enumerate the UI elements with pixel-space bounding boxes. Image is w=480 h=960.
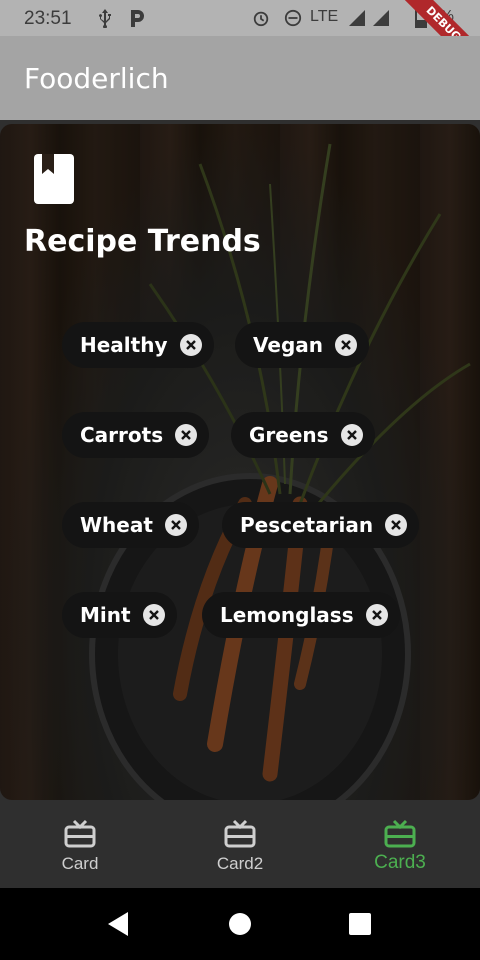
close-icon[interactable] (164, 514, 187, 536)
app-bar: Fooderlich (0, 36, 480, 120)
recipe-trends-card: Recipe Trends Healthy Vegan Carrots Gree… (0, 124, 480, 800)
card-giftcard-icon (224, 819, 256, 848)
status-bar: 23:51 LTE 2 % DEBUG (0, 0, 480, 78)
nav-item-card2[interactable]: Card2 (160, 800, 320, 888)
chip-carrots[interactable]: Carrots (62, 412, 210, 458)
chip-greens[interactable]: Greens (231, 412, 375, 458)
card-giftcard-icon (384, 819, 416, 848)
card-giftcard-icon (64, 819, 96, 848)
bottom-navigation-bar: Card Card2 Card3 (0, 800, 480, 888)
nav-item-card3[interactable]: Card3 (320, 800, 480, 888)
chip-label: Pescetarian (240, 513, 374, 537)
app-title: Fooderlich (24, 62, 169, 95)
network-label: LTE (310, 8, 339, 25)
system-navigation-bar (0, 888, 480, 960)
signal-icon (349, 10, 365, 26)
chip-label: Wheat (80, 513, 153, 537)
close-icon[interactable] (179, 334, 202, 356)
close-icon[interactable] (175, 424, 198, 446)
chip-mint[interactable]: Mint (62, 592, 177, 638)
signal-icon (373, 10, 389, 26)
nav-label: Card2 (216, 854, 264, 873)
close-icon[interactable] (335, 334, 357, 356)
usb-icon (99, 9, 111, 28)
chip-label: Carrots (80, 423, 164, 447)
alarm-icon (253, 11, 269, 27)
status-time: 23:51 (24, 8, 72, 29)
close-icon[interactable] (365, 604, 388, 626)
close-icon[interactable] (340, 424, 363, 446)
chip-pescetarian[interactable]: Pescetarian (222, 502, 420, 548)
recents-icon[interactable] (346, 910, 374, 938)
home-icon[interactable] (226, 910, 254, 938)
chip-label: Healthy (80, 333, 168, 357)
close-icon[interactable] (142, 604, 165, 626)
back-icon[interactable] (104, 910, 132, 938)
parking-icon (131, 10, 144, 27)
chip-wheat[interactable]: Wheat (62, 502, 199, 548)
chip-label: Greens (249, 423, 329, 447)
close-icon[interactable] (385, 514, 408, 536)
chip-lemonglass[interactable]: Lemonglass (202, 592, 400, 638)
do-not-disturb-icon (284, 9, 302, 27)
chip-vegan[interactable]: Vegan (235, 322, 369, 368)
nav-label: Card3 (374, 852, 426, 873)
book-icon (34, 154, 74, 204)
chip-label: Mint (80, 603, 131, 627)
nav-label: Card (61, 854, 99, 873)
chip-healthy[interactable]: Healthy (62, 322, 214, 368)
nav-item-card[interactable]: Card (0, 800, 160, 888)
card-title: Recipe Trends (24, 224, 261, 259)
chip-label: Vegan (253, 333, 323, 357)
chip-label: Lemonglass (220, 603, 354, 627)
